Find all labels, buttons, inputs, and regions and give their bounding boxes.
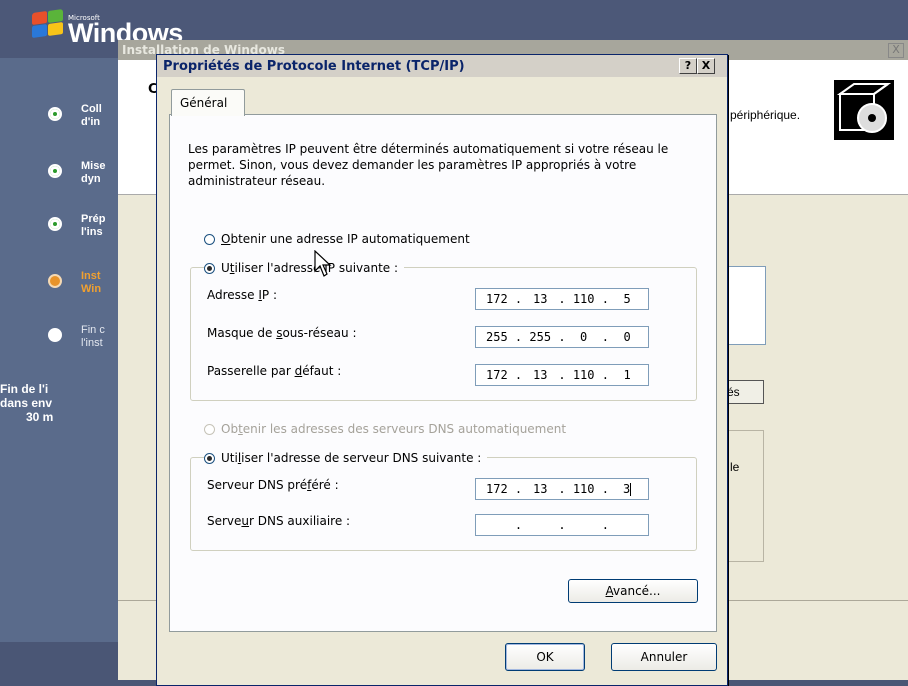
dns-manual-radio[interactable]: Utiliser l'adresse de serveur DNS suivan… xyxy=(204,451,488,465)
settings-group xyxy=(722,430,764,562)
preferred-dns-field[interactable]: 172. 13. 110. 3 xyxy=(475,478,649,500)
subnet-mask-label: Masque de sous-réseau : xyxy=(207,326,357,340)
cancel-button[interactable]: Annuler xyxy=(611,643,717,671)
advanced-button[interactable]: Avancé... xyxy=(568,579,698,603)
preferred-dns-label: Serveur DNS préféré : xyxy=(207,478,339,492)
alternate-dns-label: Serveur DNS auxiliaire : xyxy=(207,514,351,528)
properties-button[interactable]: és xyxy=(722,380,764,404)
close-button[interactable]: X xyxy=(697,58,715,74)
dialog-titlebar: Propriétés de Protocole Internet (TCP/IP… xyxy=(157,55,727,77)
setup-step-2: Mise dyn xyxy=(48,160,118,192)
setup-step-4: Inst Win xyxy=(48,270,118,302)
ip-auto-radio[interactable]: Obtenir une adresse IP automatiquement xyxy=(204,232,476,246)
step-current-icon xyxy=(48,274,62,288)
setup-step-5: Fin c l'inst xyxy=(48,324,118,356)
step-pending-icon xyxy=(48,328,62,342)
ip-manual-radio[interactable]: Utiliser l'adresse IP suivante : xyxy=(204,261,405,275)
dns-auto-radio[interactable]: Obtenir les adresses des serveurs DNS au… xyxy=(204,422,573,436)
mouse-cursor-icon xyxy=(314,250,332,277)
ok-button[interactable]: OK xyxy=(505,643,585,671)
alternate-dns-field[interactable]: . . . xyxy=(475,514,649,536)
windows-logo-icon xyxy=(30,8,64,39)
step-done-icon xyxy=(48,107,62,121)
description-text: Les paramètres IP peuvent être déterminé… xyxy=(188,142,669,188)
device-list[interactable] xyxy=(722,266,766,345)
header-text-fragment: périphérique. xyxy=(730,108,801,122)
ip-address-label: Adresse IP : xyxy=(207,288,278,302)
ip-address-field[interactable]: 172. 13. 110. 5 xyxy=(475,288,649,310)
dialog-title: Propriétés de Protocole Internet (TCP/IP… xyxy=(163,59,465,74)
dns-settings-group: Serveur DNS préféré : 172. 13. 110. 3 Se… xyxy=(190,457,697,551)
step-done-icon xyxy=(48,164,62,178)
setup-step-3: Prép l'ins xyxy=(48,213,118,245)
setup-step-1: Coll d'in xyxy=(48,103,118,135)
ip-settings-group: Adresse IP : 172. 13. 110. 5 Masque de s… xyxy=(190,267,697,401)
gateway-field[interactable]: 172. 13. 110. 1 xyxy=(475,364,649,386)
time-remaining: Fin de l'i dans env 30 m xyxy=(0,382,54,424)
install-box-icon xyxy=(834,80,894,140)
radio-checked-icon xyxy=(204,452,215,464)
tcpip-properties-dialog: Propriétés de Protocole Internet (TCP/IP… xyxy=(156,54,728,686)
general-panel: Les paramètres IP peuvent être déterminé… xyxy=(169,114,717,632)
radio-checked-icon xyxy=(204,262,215,274)
gateway-label: Passerelle par défaut : xyxy=(207,364,342,378)
help-button[interactable]: ? xyxy=(679,58,697,74)
group-text-fragment: le xyxy=(730,460,740,474)
radio-unchecked-icon xyxy=(204,233,215,245)
step-done-icon xyxy=(48,217,62,231)
text-caret xyxy=(630,483,632,496)
subnet-mask-field[interactable]: 255. 255. 0. 0 xyxy=(475,326,649,348)
tab-general[interactable]: Général xyxy=(171,89,245,116)
close-icon[interactable]: X xyxy=(888,43,904,58)
radio-disabled-icon xyxy=(204,423,215,435)
